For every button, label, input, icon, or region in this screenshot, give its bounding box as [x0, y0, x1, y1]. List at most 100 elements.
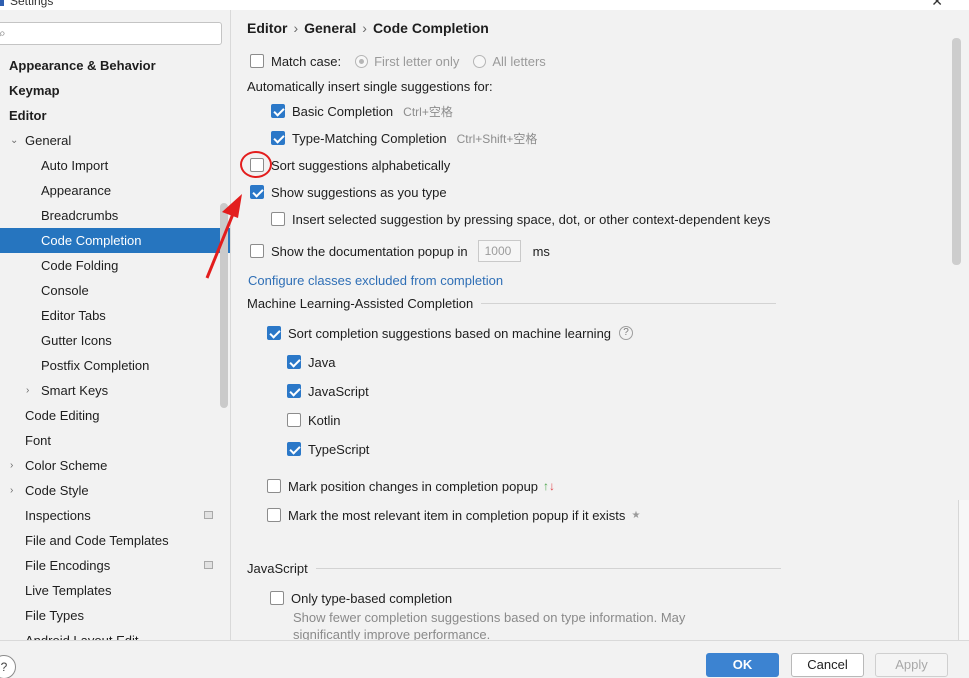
chevron-down-icon[interactable]: ⌄ [10, 128, 18, 153]
match-case-row: Match case: First letter only All letter… [250, 51, 546, 71]
sidebar-item-live-templates[interactable]: Live Templates [0, 578, 230, 603]
sidebar-item-gutter-icons[interactable]: Gutter Icons [0, 328, 230, 353]
basic-completion-label: Basic Completion [292, 103, 394, 119]
position-change-arrows-icon: ↑↓ [543, 479, 556, 493]
only-type-based-label: Only type-based completion [291, 590, 453, 606]
javascript-section-title: JavaScript [247, 560, 308, 576]
sidebar-item-color-scheme[interactable]: › Color Scheme [0, 453, 230, 478]
configure-excluded-link[interactable]: Configure classes excluded from completi… [248, 273, 503, 288]
only-type-based-checkbox[interactable] [270, 591, 284, 605]
sidebar-item-code-editing[interactable]: Code Editing [0, 403, 230, 428]
breadcrumb: Editor › General › Code Completion [247, 20, 489, 36]
chevron-right-icon[interactable]: › [10, 453, 13, 478]
cancel-button[interactable]: Cancel [791, 653, 864, 677]
apply-button[interactable]: Apply [875, 653, 948, 677]
window-title: Settings [10, 0, 54, 8]
settings-search[interactable]: ⌕ [0, 22, 222, 45]
typescript-label: TypeScript [308, 441, 370, 457]
sidebar-item-android-layout-editor[interactable]: Android Layout Edit [0, 628, 230, 640]
background-window-edge [958, 500, 969, 640]
basic-completion-checkbox[interactable] [271, 104, 285, 118]
sidebar-item-inspections[interactable]: Inspections [0, 503, 230, 528]
help-button[interactable]: ? [0, 655, 16, 678]
sidebar-item-file-types[interactable]: File Types [0, 603, 230, 628]
content-scrollbar[interactable] [952, 38, 961, 265]
project-scope-icon [204, 511, 213, 519]
sidebar-item-file-code-templates[interactable]: File and Code Templates [0, 528, 230, 553]
kotlin-label: Kotlin [308, 412, 341, 428]
mark-position-checkbox[interactable] [267, 479, 281, 493]
show-as-type-label: Show suggestions as you type [271, 184, 447, 200]
sidebar-item-font[interactable]: Font [0, 428, 230, 453]
javascript-checkbox[interactable] [287, 384, 301, 398]
kotlin-checkbox[interactable] [287, 413, 301, 427]
typescript-checkbox[interactable] [287, 442, 301, 456]
auto-insert-heading: Automatically insert single suggestions … [247, 76, 493, 96]
only-type-based-description: Show fewer completion suggestions based … [293, 610, 686, 640]
question-help-icon[interactable]: ? [619, 326, 634, 340]
doc-popup-delay-input[interactable]: 1000 [477, 240, 521, 262]
breadcrumb-code-completion: Code Completion [372, 20, 489, 36]
sidebar-item-editor[interactable]: Editor [0, 103, 230, 128]
sidebar-item-appearance-behavior[interactable]: Appearance & Behavior [0, 53, 230, 78]
ml-section-header: Machine Learning-Assisted Completion [247, 293, 777, 313]
sidebar-item-smart-keys[interactable]: › Smart Keys [0, 378, 230, 403]
java-checkbox[interactable] [287, 355, 301, 369]
only-type-based-row: Only type-based completion [270, 588, 452, 608]
doc-popup-row: Show the documentation popup in 1000 ms [250, 239, 550, 263]
javascript-label: JavaScript [308, 383, 369, 399]
type-matching-shortcut: Ctrl+Shift+空格 [456, 131, 538, 146]
mark-position-row: Mark position changes in completion popu… [267, 476, 555, 496]
sidebar-item-editor-tabs[interactable]: Editor Tabs [0, 303, 230, 328]
doc-popup-label: Show the documentation popup in [271, 243, 468, 259]
sort-alpha-row: Sort suggestions alphabetically [250, 155, 450, 175]
sort-alpha-label: Sort suggestions alphabetically [271, 157, 451, 173]
first-letter-radio[interactable] [355, 54, 369, 68]
ok-button[interactable]: OK [706, 653, 779, 677]
breadcrumb-separator: › [293, 20, 299, 36]
configure-link-row: Configure classes excluded from completi… [248, 270, 503, 290]
mark-relevant-checkbox[interactable] [267, 508, 281, 522]
star-icon: ★ [631, 509, 641, 521]
settings-sidebar: ⌕ Appearance & Behavior Keymap Editor ⌄G… [0, 10, 231, 640]
search-input[interactable] [13, 25, 213, 42]
ml-lang-kotlin-row: Kotlin [287, 410, 341, 430]
ml-lang-java-row: Java [287, 352, 335, 372]
chevron-right-icon[interactable]: › [26, 378, 29, 403]
show-as-type-row: Show suggestions as you type [250, 182, 447, 202]
breadcrumb-general: General [304, 20, 357, 36]
sidebar-item-file-encodings[interactable]: File Encodings [0, 553, 230, 578]
insert-by-space-row: Insert selected suggestion by pressing s… [271, 209, 770, 229]
project-scope-icon [204, 561, 213, 569]
breadcrumb-editor: Editor [247, 20, 288, 36]
mark-relevant-label: Mark the most relevant item in completio… [288, 507, 626, 523]
sidebar-item-auto-import[interactable]: Auto Import [0, 153, 230, 178]
basic-completion-shortcut: Ctrl+空格 [403, 104, 453, 119]
mark-position-label: Mark position changes in completion popu… [288, 478, 539, 494]
type-matching-row: Type-Matching Completion Ctrl+Shift+空格 [271, 128, 537, 148]
close-icon[interactable]: ✕ [931, 0, 943, 10]
sidebar-item-postfix-completion[interactable]: Postfix Completion [0, 353, 230, 378]
first-letter-label: First letter only [374, 53, 460, 69]
sidebar-item-general[interactable]: ⌄ General [0, 128, 230, 153]
insert-by-space-checkbox[interactable] [271, 212, 285, 226]
sort-ml-row: Sort completion suggestions based on mac… [267, 323, 634, 343]
search-icon: ⌕ [0, 26, 6, 41]
match-case-label: Match case: [271, 53, 342, 69]
breadcrumb-separator: › [362, 20, 367, 36]
sort-ml-label: Sort completion suggestions based on mac… [288, 325, 612, 341]
annotation-circle [240, 151, 272, 178]
window-titlebar: Settings ✕ [0, 0, 969, 10]
chevron-right-icon[interactable]: › [10, 478, 13, 503]
sidebar-item-code-style[interactable]: › Code Style [0, 478, 230, 503]
type-matching-checkbox[interactable] [271, 131, 285, 145]
all-letters-radio[interactable] [473, 54, 487, 68]
app-icon [0, 0, 4, 6]
sidebar-item-keymap[interactable]: Keymap [0, 78, 230, 103]
ml-lang-typescript-row: TypeScript [287, 439, 369, 459]
match-case-checkbox[interactable] [250, 54, 264, 68]
sort-ml-checkbox[interactable] [267, 326, 281, 340]
javascript-section-header: JavaScript [247, 558, 781, 578]
javascript-section-divider [315, 567, 781, 569]
auto-insert-heading-text: Automatically insert single suggestions … [247, 78, 493, 94]
